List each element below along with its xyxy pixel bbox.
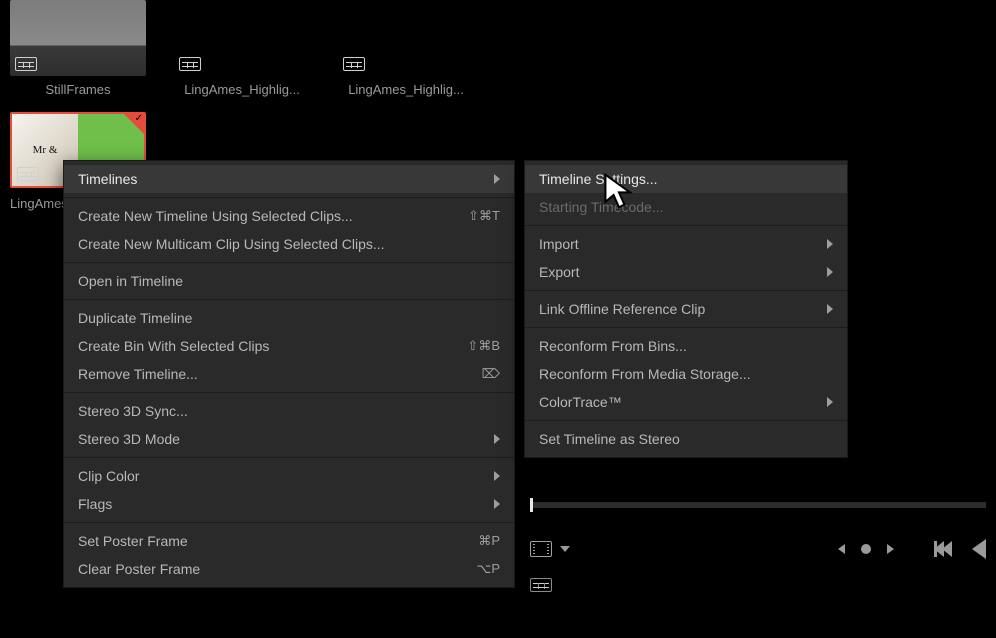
media-clip[interactable]: LingAmes_Highlig... [174, 0, 310, 97]
menu-item-label: Remove Timeline... [78, 366, 468, 382]
menu-item[interactable]: Remove Timeline... ⌦ [64, 360, 514, 388]
context-menu: Timelines Create New Timeline Using Selec… [63, 160, 515, 588]
menu-item[interactable]: Open in Timeline [64, 267, 514, 295]
menu-item[interactable]: Duplicate Timeline [64, 304, 514, 332]
menu-shortcut: ⇧⌘T [468, 208, 500, 224]
timeline-badge-icon [17, 167, 39, 181]
transport-controls [934, 539, 986, 559]
menu-item-label: Clip Color [78, 468, 484, 484]
clip-label: LingAmes_Highlig... [184, 82, 300, 97]
chevron-right-icon [827, 239, 833, 249]
chevron-right-icon [494, 471, 500, 481]
menu-item[interactable]: Create Bin With Selected Clips ⇧⌘B [64, 332, 514, 360]
menu-item-label: Timeline Settings... [539, 171, 833, 187]
menu-separator [64, 457, 514, 458]
menu-item: Starting Timecode... [525, 193, 847, 221]
clip-thumbnail [174, 0, 310, 76]
menu-item-label: Set Poster Frame [78, 533, 464, 549]
clip-thumbnail [338, 0, 474, 76]
menu-separator [64, 197, 514, 198]
media-clip[interactable]: LingAmes_Highlig... [338, 0, 474, 97]
menu-item[interactable]: Timelines [64, 165, 514, 193]
menu-item[interactable]: Reconform From Bins... [525, 332, 847, 360]
menu-item[interactable]: Set Poster Frame ⌘P [64, 527, 514, 555]
menu-item[interactable]: Reconform From Media Storage... [525, 360, 847, 388]
menu-separator [525, 290, 847, 291]
display-mode-button[interactable] [530, 541, 570, 557]
context-submenu: Timeline Settings... Starting Timecode...… [524, 160, 848, 458]
add-marker-button[interactable] [861, 544, 871, 554]
menu-separator [64, 392, 514, 393]
menu-item-label: Link Offline Reference Clip [539, 301, 817, 317]
menu-separator [525, 327, 847, 328]
playhead-icon[interactable] [530, 498, 533, 512]
timeline-badge-icon [343, 57, 365, 71]
chevron-down-icon [560, 546, 570, 552]
timeline-badge-icon [15, 57, 37, 71]
menu-item[interactable]: Link Offline Reference Clip [525, 295, 847, 323]
viewer-toolbar [527, 478, 996, 638]
menu-item-label: Import [539, 236, 817, 252]
menu-item-label: Create Bin With Selected Clips [78, 338, 453, 354]
menu-item-label: Export [539, 264, 817, 280]
menu-item-label: Open in Timeline [78, 273, 500, 289]
prev-marker-button[interactable] [838, 544, 845, 554]
menu-item-label: Duplicate Timeline [78, 310, 500, 326]
menu-item[interactable]: Set Timeline as Stereo [525, 425, 847, 453]
viewer-timeline-track[interactable] [530, 502, 986, 508]
marker-nav [838, 544, 894, 554]
next-marker-button[interactable] [887, 544, 894, 554]
media-pool-row: StillFrames LingAmes_Highlig... LingAmes… [0, 0, 484, 97]
chevron-right-icon [827, 304, 833, 314]
chevron-right-icon [494, 499, 500, 509]
menu-item[interactable]: Flags [64, 490, 514, 518]
chevron-right-icon [494, 434, 500, 444]
menu-item[interactable]: ColorTrace™ [525, 388, 847, 416]
media-clip[interactable]: StillFrames [10, 0, 146, 97]
clip-label: LingAmes_Highlig... [348, 82, 464, 97]
menu-item-label: ColorTrace™ [539, 394, 817, 410]
menu-item-label: Reconform From Bins... [539, 338, 833, 354]
timeline-badge-icon [179, 57, 201, 71]
chevron-right-icon [827, 267, 833, 277]
menu-item-label: Stereo 3D Sync... [78, 403, 500, 419]
menu-item[interactable]: Timeline Settings... [525, 165, 847, 193]
menu-item[interactable]: Stereo 3D Mode [64, 425, 514, 453]
menu-item[interactable]: Export [525, 258, 847, 286]
menu-separator [525, 225, 847, 226]
menu-item-label: Clear Poster Frame [78, 561, 462, 577]
menu-item-label: Create New Timeline Using Selected Clips… [78, 208, 454, 224]
menu-item-label: Set Timeline as Stereo [539, 431, 833, 447]
menu-item[interactable]: Create New Timeline Using Selected Clips… [64, 202, 514, 230]
clip-label: StillFrames [45, 82, 110, 97]
checked-corner-icon [123, 113, 145, 135]
menu-item-label: Timelines [78, 171, 484, 187]
chevron-right-icon [494, 174, 500, 184]
menu-item-label: Starting Timecode... [539, 199, 833, 215]
menu-item[interactable]: Create New Multicam Clip Using Selected … [64, 230, 514, 258]
menu-separator [64, 262, 514, 263]
timeline-view-icon[interactable] [530, 578, 552, 595]
menu-item-label: Reconform From Media Storage... [539, 366, 833, 382]
film-frame-icon [530, 541, 552, 557]
chevron-right-icon [827, 397, 833, 407]
menu-separator [64, 522, 514, 523]
menu-separator [525, 420, 847, 421]
menu-item[interactable]: Import [525, 230, 847, 258]
menu-item[interactable]: Clear Poster Frame ⌥P [64, 555, 514, 583]
play-reverse-button[interactable] [972, 539, 986, 559]
menu-shortcut: ⌥P [476, 561, 500, 577]
menu-item[interactable]: Stereo 3D Sync... [64, 397, 514, 425]
menu-separator [64, 299, 514, 300]
menu-shortcut: ⌦ [482, 366, 500, 382]
menu-item[interactable]: Clip Color [64, 462, 514, 490]
menu-item-label: Create New Multicam Clip Using Selected … [78, 236, 500, 252]
menu-item-label: Stereo 3D Mode [78, 431, 484, 447]
go-to-start-button[interactable] [934, 541, 952, 557]
menu-item-label: Flags [78, 496, 484, 512]
menu-shortcut: ⌘P [478, 533, 500, 549]
menu-shortcut: ⇧⌘B [467, 338, 500, 354]
clip-thumbnail [10, 0, 146, 76]
